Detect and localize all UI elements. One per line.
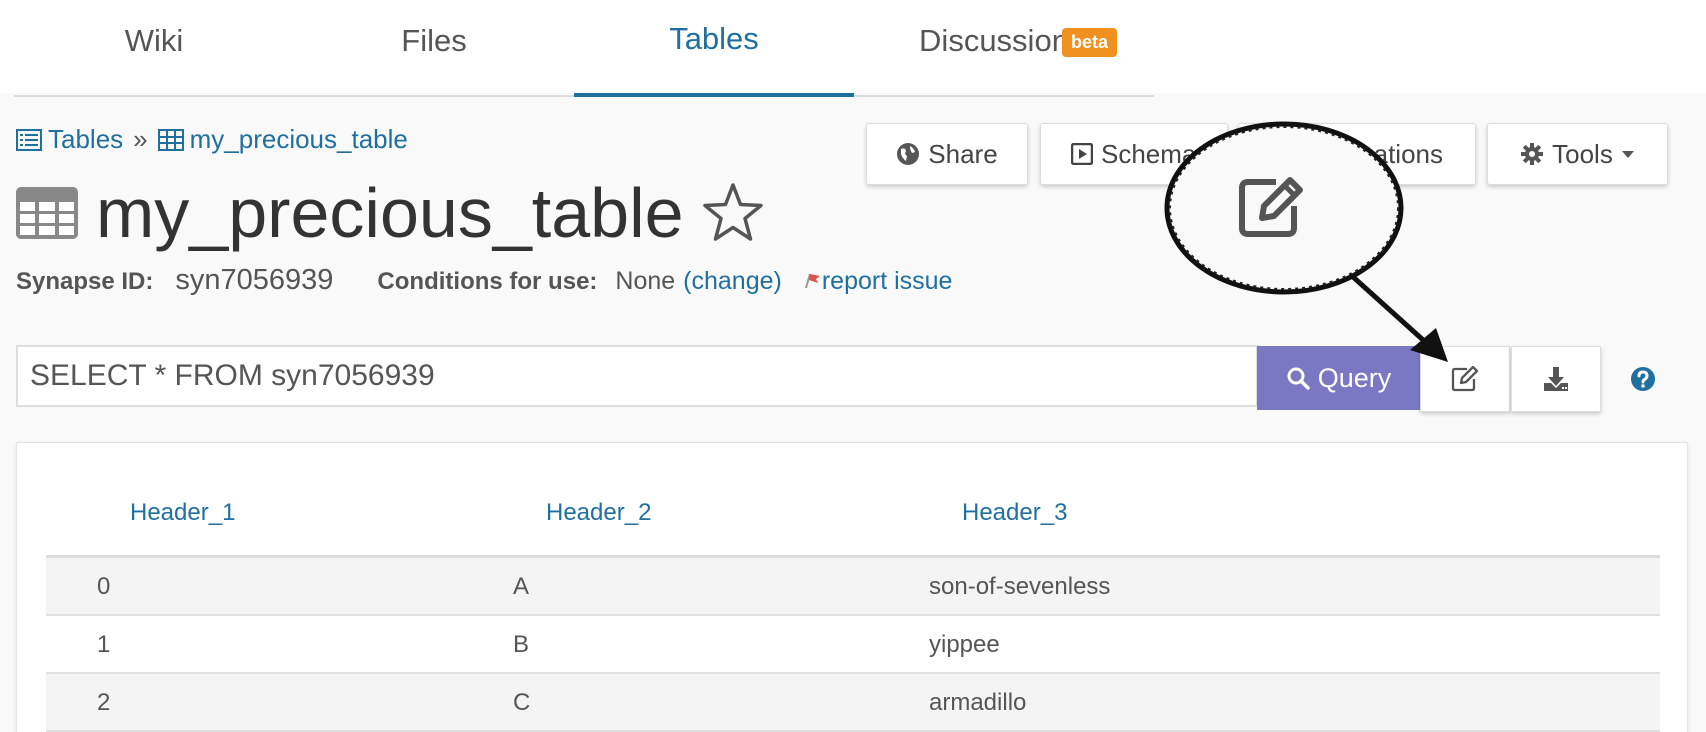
callout-annotation [1164,121,1448,362]
table-row: 0 A son-of-sevenless [46,558,1660,616]
flag-icon [804,273,820,289]
table-cell: B [513,631,530,658]
tab-wiki[interactable]: Wiki [14,0,294,97]
table-icon [157,128,184,151]
table-cell: C [513,689,531,716]
download-button[interactable] [1511,346,1601,412]
tab-tables[interactable]: Tables [574,0,854,97]
star-icon[interactable] [702,182,764,244]
breadcrumb-current-link[interactable]: my_precious_table [190,124,408,155]
page-title: my_precious_table [96,174,684,252]
tools-button[interactable]: Tools [1487,123,1668,185]
table-cell: 0 [97,573,111,600]
download-icon [1544,367,1568,391]
query-input[interactable] [16,345,1258,407]
conditions-label: Conditions for use: [377,268,598,295]
help-icon[interactable] [1630,366,1656,392]
table-cell: son-of-sevenless [929,573,1111,600]
results-table: Header_1 Header_2 Header_3 0 A son-of-se… [16,442,1688,732]
table-row: 2 C armadillo [46,674,1660,732]
conditions-value: None [615,267,676,295]
breadcrumb: Tables » my_precious_table [16,124,408,155]
column-header-1[interactable]: Header_1 [130,499,235,527]
globe-icon [897,143,920,165]
entity-meta: Synapse ID: syn7056939 Conditions for us… [16,264,952,297]
list-icon [16,128,42,151]
table-icon [16,187,78,239]
column-header-2[interactable]: Header_2 [546,499,651,527]
synapse-id-label: Synapse ID: [16,268,154,295]
table-cell: 2 [97,689,111,716]
change-conditions-link[interactable]: (change) [683,267,782,296]
synapse-id-value: syn7056939 [175,264,334,296]
table-cell: A [513,573,530,600]
report-issue-link[interactable]: report issue [822,267,953,296]
tools-label: Tools [1552,138,1613,169]
caret-down-icon [1621,151,1634,158]
breadcrumb-separator: » [133,124,148,154]
page-title-row: my_precious_table [16,178,764,248]
share-label: Share [928,138,998,169]
beta-badge: beta [1062,28,1118,57]
breadcrumb-tables-link[interactable]: Tables [48,124,123,155]
table-cell: armadillo [929,689,1027,716]
table-cell: 1 [97,631,111,658]
gear-icon [1521,143,1544,165]
tab-files[interactable]: Files [294,0,574,97]
table-row: 1 B yippee [46,616,1660,674]
column-header-3[interactable]: Header_3 [962,499,1067,527]
play-square-icon [1071,143,1093,165]
table-cell: yippee [929,631,1000,658]
share-button[interactable]: Share [866,123,1028,185]
